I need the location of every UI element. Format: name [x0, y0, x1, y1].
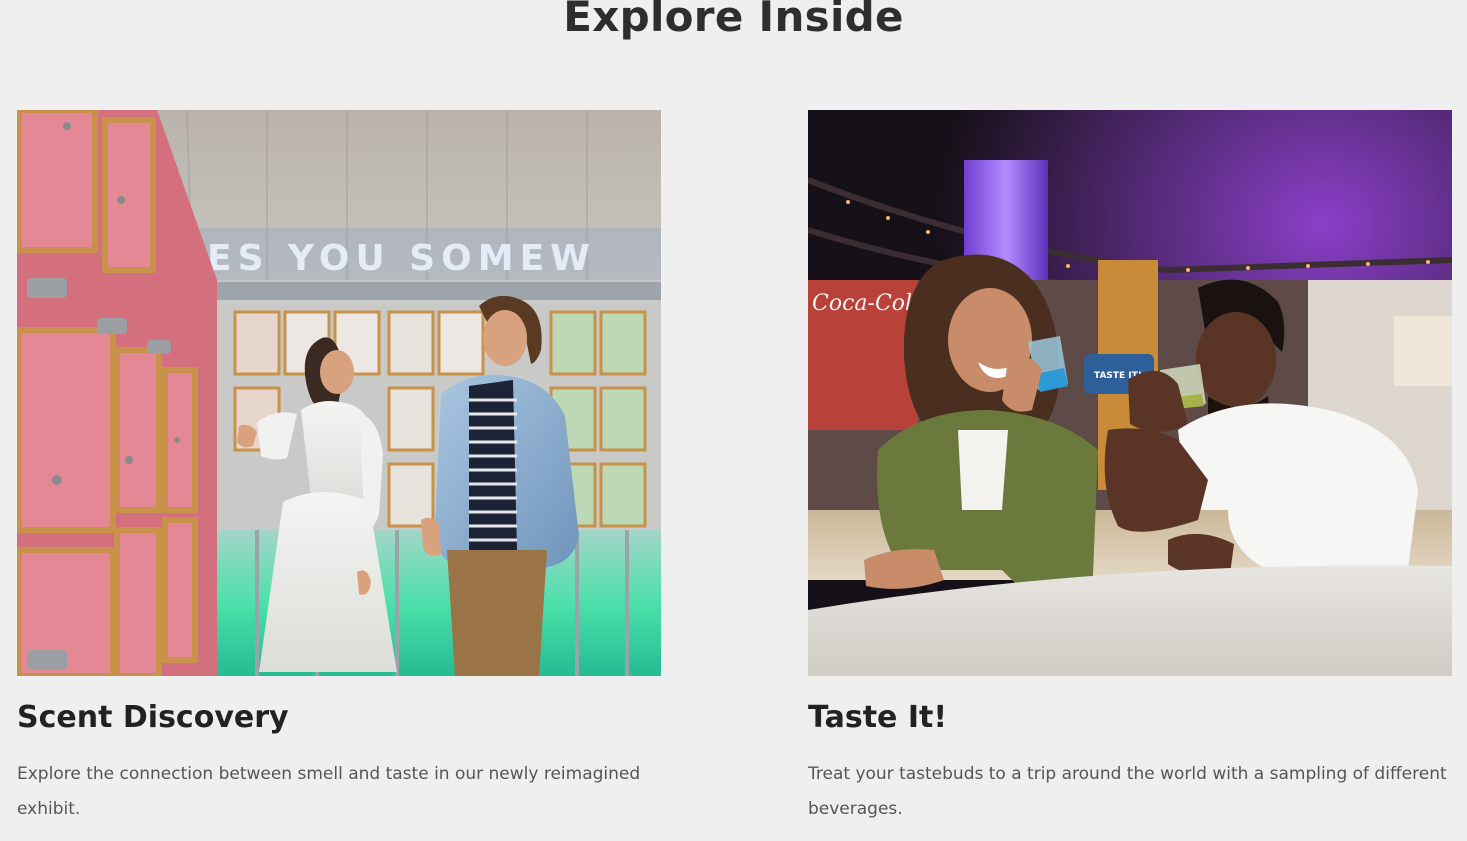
card-taste-it[interactable]: Coca-Cola Store TASTE IT! Taste It! Trea… — [808, 110, 1452, 819]
card-description: Explore the connection between smell and… — [17, 764, 641, 819]
taste-it-image[interactable]: Coca-Cola Store TASTE IT! — [808, 110, 1452, 676]
scent-discovery-image[interactable]: ES YOU SOMEW — [17, 110, 661, 676]
card-title[interactable]: Taste It! — [808, 700, 947, 735]
image-sign-text: ES YOU SOMEW — [207, 238, 596, 279]
card-title[interactable]: Scent Discovery — [17, 700, 289, 735]
card-scent-discovery[interactable]: ES YOU SOMEW Scent Discovery Explore the… — [17, 110, 661, 819]
card-description: Treat your tastebuds to a trip around th… — [808, 764, 1447, 819]
section-title: Explore Inside — [563, 0, 904, 41]
